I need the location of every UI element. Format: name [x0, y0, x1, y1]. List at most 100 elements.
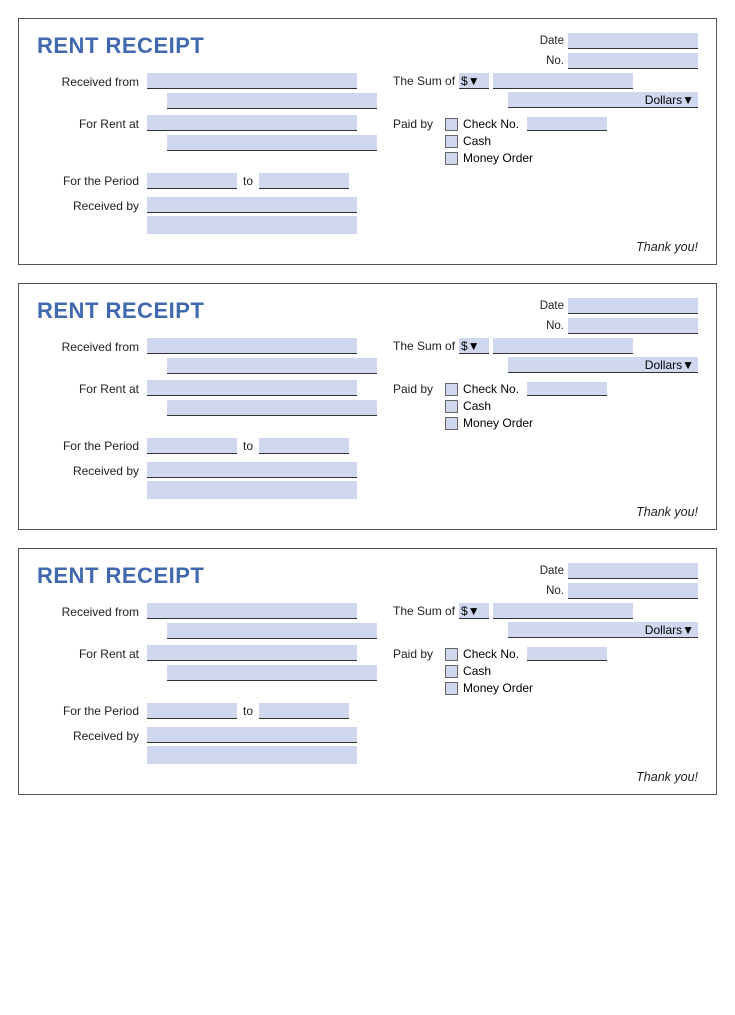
- date-label-1: Date: [532, 35, 564, 47]
- receipt-title-2: RENT RECEIPT: [37, 298, 204, 324]
- no-label-1: No.: [532, 55, 564, 67]
- cash-label-2: Cash: [463, 399, 491, 413]
- to-label-3: to: [243, 704, 253, 718]
- for-rent-input1-3[interactable]: [147, 645, 357, 661]
- date-no-block-2: Date No.: [532, 298, 698, 338]
- period-label-2: For the Period: [37, 437, 147, 453]
- sum-label-3: The Sum of: [393, 604, 455, 618]
- received-from-label-1: Received from: [37, 73, 147, 89]
- currency-select-1[interactable]: $▼: [459, 73, 489, 89]
- check-no-label-3: Check No.: [463, 647, 519, 661]
- check-no-label-1: Check No.: [463, 117, 519, 131]
- paid-by-label-2: Paid by: [393, 382, 433, 396]
- no-label-2: No.: [532, 320, 564, 332]
- check-no-checkbox-2[interactable]: [445, 383, 458, 396]
- cash-label-1: Cash: [463, 134, 491, 148]
- period-label-3: For the Period: [37, 702, 147, 718]
- for-rent-input2-3[interactable]: [167, 665, 377, 681]
- for-rent-input2-2[interactable]: [167, 400, 377, 416]
- for-rent-label-3: For Rent at: [37, 645, 147, 661]
- received-from-line2-3[interactable]: [167, 623, 377, 639]
- received-by-input2-3[interactable]: [147, 746, 357, 764]
- period-to-input-1[interactable]: [259, 173, 349, 189]
- sum-label-1: The Sum of: [393, 74, 455, 88]
- money-order-label-3: Money Order: [463, 681, 533, 695]
- date-no-block-1: Date No.: [532, 33, 698, 73]
- cash-checkbox-3[interactable]: [445, 665, 458, 678]
- check-no-input-2[interactable]: [527, 382, 607, 396]
- dollars-select-1[interactable]: Dollars▼: [508, 92, 698, 108]
- sum-input-1[interactable]: [493, 73, 633, 89]
- cash-checkbox-1[interactable]: [445, 135, 458, 148]
- date-input-1[interactable]: [568, 33, 698, 49]
- period-from-input-3[interactable]: [147, 703, 237, 719]
- receipt-1: RENT RECEIPT Date No. Received from: [18, 18, 717, 265]
- to-label-2: to: [243, 439, 253, 453]
- received-by-input1-1[interactable]: [147, 197, 357, 213]
- paid-by-label-1: Paid by: [393, 117, 433, 131]
- for-rent-input1-1[interactable]: [147, 115, 357, 131]
- sum-label-2: The Sum of: [393, 339, 455, 353]
- thank-you-3: Thank you!: [37, 770, 698, 784]
- money-order-label-1: Money Order: [463, 151, 533, 165]
- period-from-input-2[interactable]: [147, 438, 237, 454]
- received-from-line2-1[interactable]: [167, 93, 377, 109]
- receipt-title-1: RENT RECEIPT: [37, 33, 204, 59]
- no-input-3[interactable]: [568, 583, 698, 599]
- period-to-input-2[interactable]: [259, 438, 349, 454]
- for-rent-label-1: For Rent at: [37, 115, 147, 131]
- dollars-select-3[interactable]: Dollars▼: [508, 622, 698, 638]
- date-label-3: Date: [532, 565, 564, 577]
- received-from-line2-2[interactable]: [167, 358, 377, 374]
- receipt-2: RENT RECEIPT Date No. Received from: [18, 283, 717, 530]
- money-order-checkbox-3[interactable]: [445, 682, 458, 695]
- money-order-checkbox-2[interactable]: [445, 417, 458, 430]
- currency-select-2[interactable]: $▼: [459, 338, 489, 354]
- received-by-input1-3[interactable]: [147, 727, 357, 743]
- currency-select-3[interactable]: $▼: [459, 603, 489, 619]
- received-from-input-1[interactable]: [147, 73, 357, 89]
- money-order-checkbox-1[interactable]: [445, 152, 458, 165]
- cash-checkbox-2[interactable]: [445, 400, 458, 413]
- dollars-select-2[interactable]: Dollars▼: [508, 357, 698, 373]
- period-to-input-3[interactable]: [259, 703, 349, 719]
- check-no-input-1[interactable]: [527, 117, 607, 131]
- for-rent-input1-2[interactable]: [147, 380, 357, 396]
- received-by-input1-2[interactable]: [147, 462, 357, 478]
- to-label-1: to: [243, 174, 253, 188]
- for-rent-input2-1[interactable]: [167, 135, 377, 151]
- received-from-input-3[interactable]: [147, 603, 357, 619]
- date-no-block-3: Date No.: [532, 563, 698, 603]
- received-by-input2-2[interactable]: [147, 481, 357, 499]
- received-by-label-2: Received by: [37, 462, 147, 478]
- cash-label-3: Cash: [463, 664, 491, 678]
- paid-by-label-3: Paid by: [393, 647, 433, 661]
- sum-input-2[interactable]: [493, 338, 633, 354]
- period-from-input-1[interactable]: [147, 173, 237, 189]
- received-by-label-1: Received by: [37, 197, 147, 213]
- received-by-input2-1[interactable]: [147, 216, 357, 234]
- period-label-1: For the Period: [37, 172, 147, 188]
- check-no-checkbox-3[interactable]: [445, 648, 458, 661]
- for-rent-label-2: For Rent at: [37, 380, 147, 396]
- money-order-label-2: Money Order: [463, 416, 533, 430]
- date-input-2[interactable]: [568, 298, 698, 314]
- no-label-3: No.: [532, 585, 564, 597]
- date-input-3[interactable]: [568, 563, 698, 579]
- received-from-label-3: Received from: [37, 603, 147, 619]
- check-no-label-2: Check No.: [463, 382, 519, 396]
- received-from-input-2[interactable]: [147, 338, 357, 354]
- no-input-2[interactable]: [568, 318, 698, 334]
- sum-input-3[interactable]: [493, 603, 633, 619]
- received-by-label-3: Received by: [37, 727, 147, 743]
- receipt-title-3: RENT RECEIPT: [37, 563, 204, 589]
- date-label-2: Date: [532, 300, 564, 312]
- check-no-input-3[interactable]: [527, 647, 607, 661]
- check-no-checkbox-1[interactable]: [445, 118, 458, 131]
- thank-you-1: Thank you!: [37, 240, 698, 254]
- no-input-1[interactable]: [568, 53, 698, 69]
- receipt-3: RENT RECEIPT Date No. Received from: [18, 548, 717, 795]
- thank-you-2: Thank you!: [37, 505, 698, 519]
- received-from-label-2: Received from: [37, 338, 147, 354]
- receipt-container: RENT RECEIPT Date No. Received from: [18, 18, 717, 795]
